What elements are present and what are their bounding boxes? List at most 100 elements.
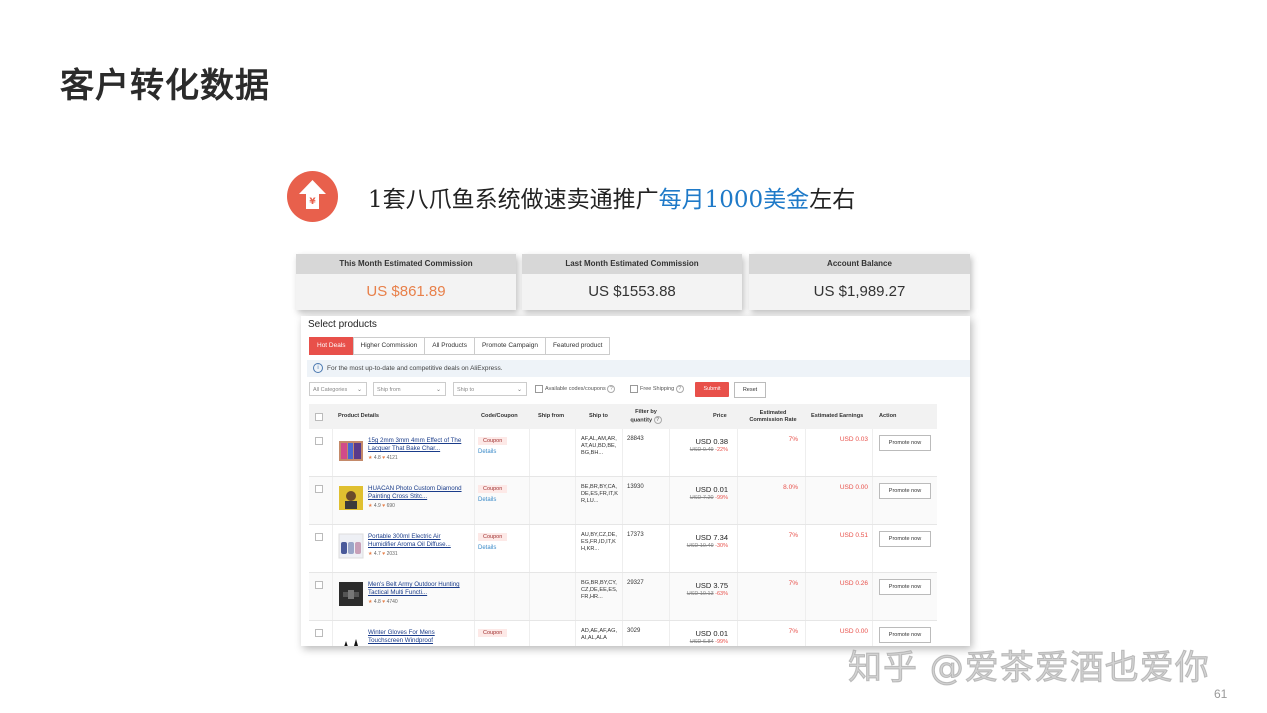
info-icon: i: [313, 363, 323, 374]
product-image[interactable]: [338, 437, 364, 463]
headline: 1套八爪鱼系统做速卖通推广每月1000美金左右: [368, 180, 855, 214]
tab-higher-commission[interactable]: Higher Commission: [352, 337, 426, 355]
reset-button[interactable]: Reset: [734, 382, 766, 398]
stat-label: This Month Estimated Commission: [296, 254, 516, 274]
select-all-checkbox[interactable]: [315, 413, 323, 421]
row-checkbox[interactable]: [315, 629, 323, 637]
rating-value: 4.8: [373, 599, 381, 605]
help-icon[interactable]: ?: [607, 384, 616, 393]
slide-title: 客户转化数据: [60, 66, 270, 106]
tab-all-products[interactable]: All Products: [424, 337, 475, 355]
star-icon: ★: [368, 551, 373, 557]
commission-rate: 7%: [788, 436, 798, 443]
original-price: USD 0.49: [689, 447, 714, 453]
review-count: 2031: [386, 551, 398, 557]
old-price: USD 6.84 -99%: [671, 639, 728, 645]
product-name-link[interactable]: HUACAN Photo Custom Diamond Painting Cro…: [368, 485, 468, 501]
rating-value: 4.8: [373, 455, 381, 461]
ship-from-select[interactable]: Ship from ⌄: [373, 382, 446, 396]
product-rating: ★ 4.9 ♥ 690: [368, 503, 395, 509]
product-image[interactable]: [338, 629, 364, 646]
old-price: USD 10.49 -30%: [671, 543, 728, 549]
estimated-earnings: USD 0.51: [839, 532, 868, 539]
promote-now-button[interactable]: Promote now: [879, 531, 931, 547]
col-estimated-earnings: Estimated Earnings: [811, 413, 864, 419]
price: USD 7.34: [695, 533, 728, 542]
stat-this-month: This Month Estimated Commission US $861.…: [296, 254, 516, 310]
ship-to-placeholder: Ship to: [457, 387, 475, 393]
tab-featured-product[interactable]: Featured product: [544, 337, 611, 355]
available-codes-checkbox[interactable]: Available codes/coupons ?: [535, 384, 616, 394]
promote-now-button[interactable]: Promote now: [879, 579, 931, 595]
ship-from-placeholder: Ship from: [377, 387, 401, 393]
discount: -30%: [715, 543, 728, 549]
free-shipping-checkbox[interactable]: Free Shipping ?: [630, 384, 684, 394]
checkbox-box[interactable]: [535, 384, 543, 393]
review-count: 690: [386, 503, 395, 509]
details-link[interactable]: Details: [478, 449, 496, 455]
row-checkbox[interactable]: [315, 437, 323, 445]
star-icon: ★: [368, 503, 373, 509]
category-select[interactable]: All Categories ⌄: [309, 382, 367, 396]
coupon-badge: Coupon: [478, 533, 508, 541]
help-icon[interactable]: ?: [675, 384, 684, 393]
product-name-link[interactable]: Portable 300ml Electric Air Humidifier A…: [368, 533, 468, 549]
details-link[interactable]: Details: [478, 497, 496, 503]
product-rating: ★ 4.8 ♥ 4121: [368, 455, 398, 461]
row-checkbox[interactable]: [315, 533, 323, 541]
headline-highlight: 每月1000美金: [658, 187, 810, 213]
tab-promote-campaign[interactable]: Promote Campaign: [473, 337, 546, 355]
col-product-details: Product Details: [338, 413, 380, 419]
col-action: Action: [879, 413, 897, 419]
table-row: Men's Belt Army Outdoor Hunting Tactical…: [309, 573, 937, 621]
col-ship-from: Ship from: [538, 413, 565, 419]
svg-text:¥: ¥: [309, 197, 316, 207]
product-image[interactable]: [338, 485, 364, 511]
price: USD 3.75: [695, 581, 728, 590]
product-table: 15g 2mm 3mm 4mm Effect of The Lacquer Th…: [309, 429, 937, 646]
original-price: USD 7.20: [689, 495, 714, 501]
product-image[interactable]: [338, 581, 364, 607]
estimated-earnings: USD 0.00: [839, 628, 868, 635]
commission-rate: 7%: [788, 628, 798, 635]
col-code-coupon: Code/Coupon: [481, 413, 518, 419]
discount: -99%: [715, 639, 728, 645]
panel-title: Select products: [308, 319, 377, 330]
row-checkbox[interactable]: [315, 485, 323, 493]
ship-to-select[interactable]: Ship to ⌄: [453, 382, 527, 396]
headline-prefix: 1套八爪鱼系统做速卖通推广: [368, 187, 659, 213]
stat-value: US $861.89: [366, 283, 446, 300]
star-icon: ★: [368, 455, 373, 461]
stat-account-balance: Account Balance US $1,989.27: [749, 254, 970, 310]
details-link[interactable]: Details: [478, 545, 496, 551]
ship-to-countries: AF,AL,AM,AR,AT,AU,BD,BE,BG,BH...: [581, 436, 617, 456]
promote-now-button[interactable]: Promote now: [879, 483, 931, 499]
product-image[interactable]: [338, 533, 364, 559]
price: USD 0.01: [695, 629, 728, 638]
price: USD 0.01: [695, 485, 728, 494]
col-price: Price: [713, 413, 727, 419]
ship-to-countries: BE,BR,BY,CA,DE,ES,FR,IT,KR,LU...: [581, 484, 618, 504]
tab-hot-deals[interactable]: Hot Deals: [309, 337, 354, 355]
commission-rate: 7%: [788, 580, 798, 587]
help-icon[interactable]: ?: [653, 415, 662, 424]
old-price: USD 0.49 -22%: [671, 447, 728, 453]
stat-value: US $1,989.27: [813, 283, 906, 300]
stat-last-month: Last Month Estimated Commission US $1553…: [522, 254, 742, 310]
promote-now-button[interactable]: Promote now: [879, 435, 931, 451]
product-name-link[interactable]: Men's Belt Army Outdoor Hunting Tactical…: [368, 581, 468, 597]
checkbox-box[interactable]: [630, 384, 638, 393]
commission-rate: 7%: [788, 532, 798, 539]
star-icon: ★: [368, 599, 373, 605]
commission-stats: This Month Estimated Commission US $861.…: [296, 254, 970, 310]
row-checkbox[interactable]: [315, 581, 323, 589]
product-name-link[interactable]: 15g 2mm 3mm 4mm Effect of The Lacquer Th…: [368, 437, 468, 453]
product-name-link[interactable]: Winter Gloves For Mens Touchscreen Windp…: [368, 629, 468, 645]
coupon-badge: Coupon: [478, 629, 508, 637]
rating-value: 4.7: [373, 551, 381, 557]
submit-button[interactable]: Submit: [695, 382, 729, 397]
old-price: USD 7.20 -99%: [671, 495, 728, 501]
stat-value: US $1553.88: [588, 283, 676, 300]
heart-icon: ♥: [382, 551, 386, 557]
original-price: USD 10.49: [686, 543, 714, 549]
